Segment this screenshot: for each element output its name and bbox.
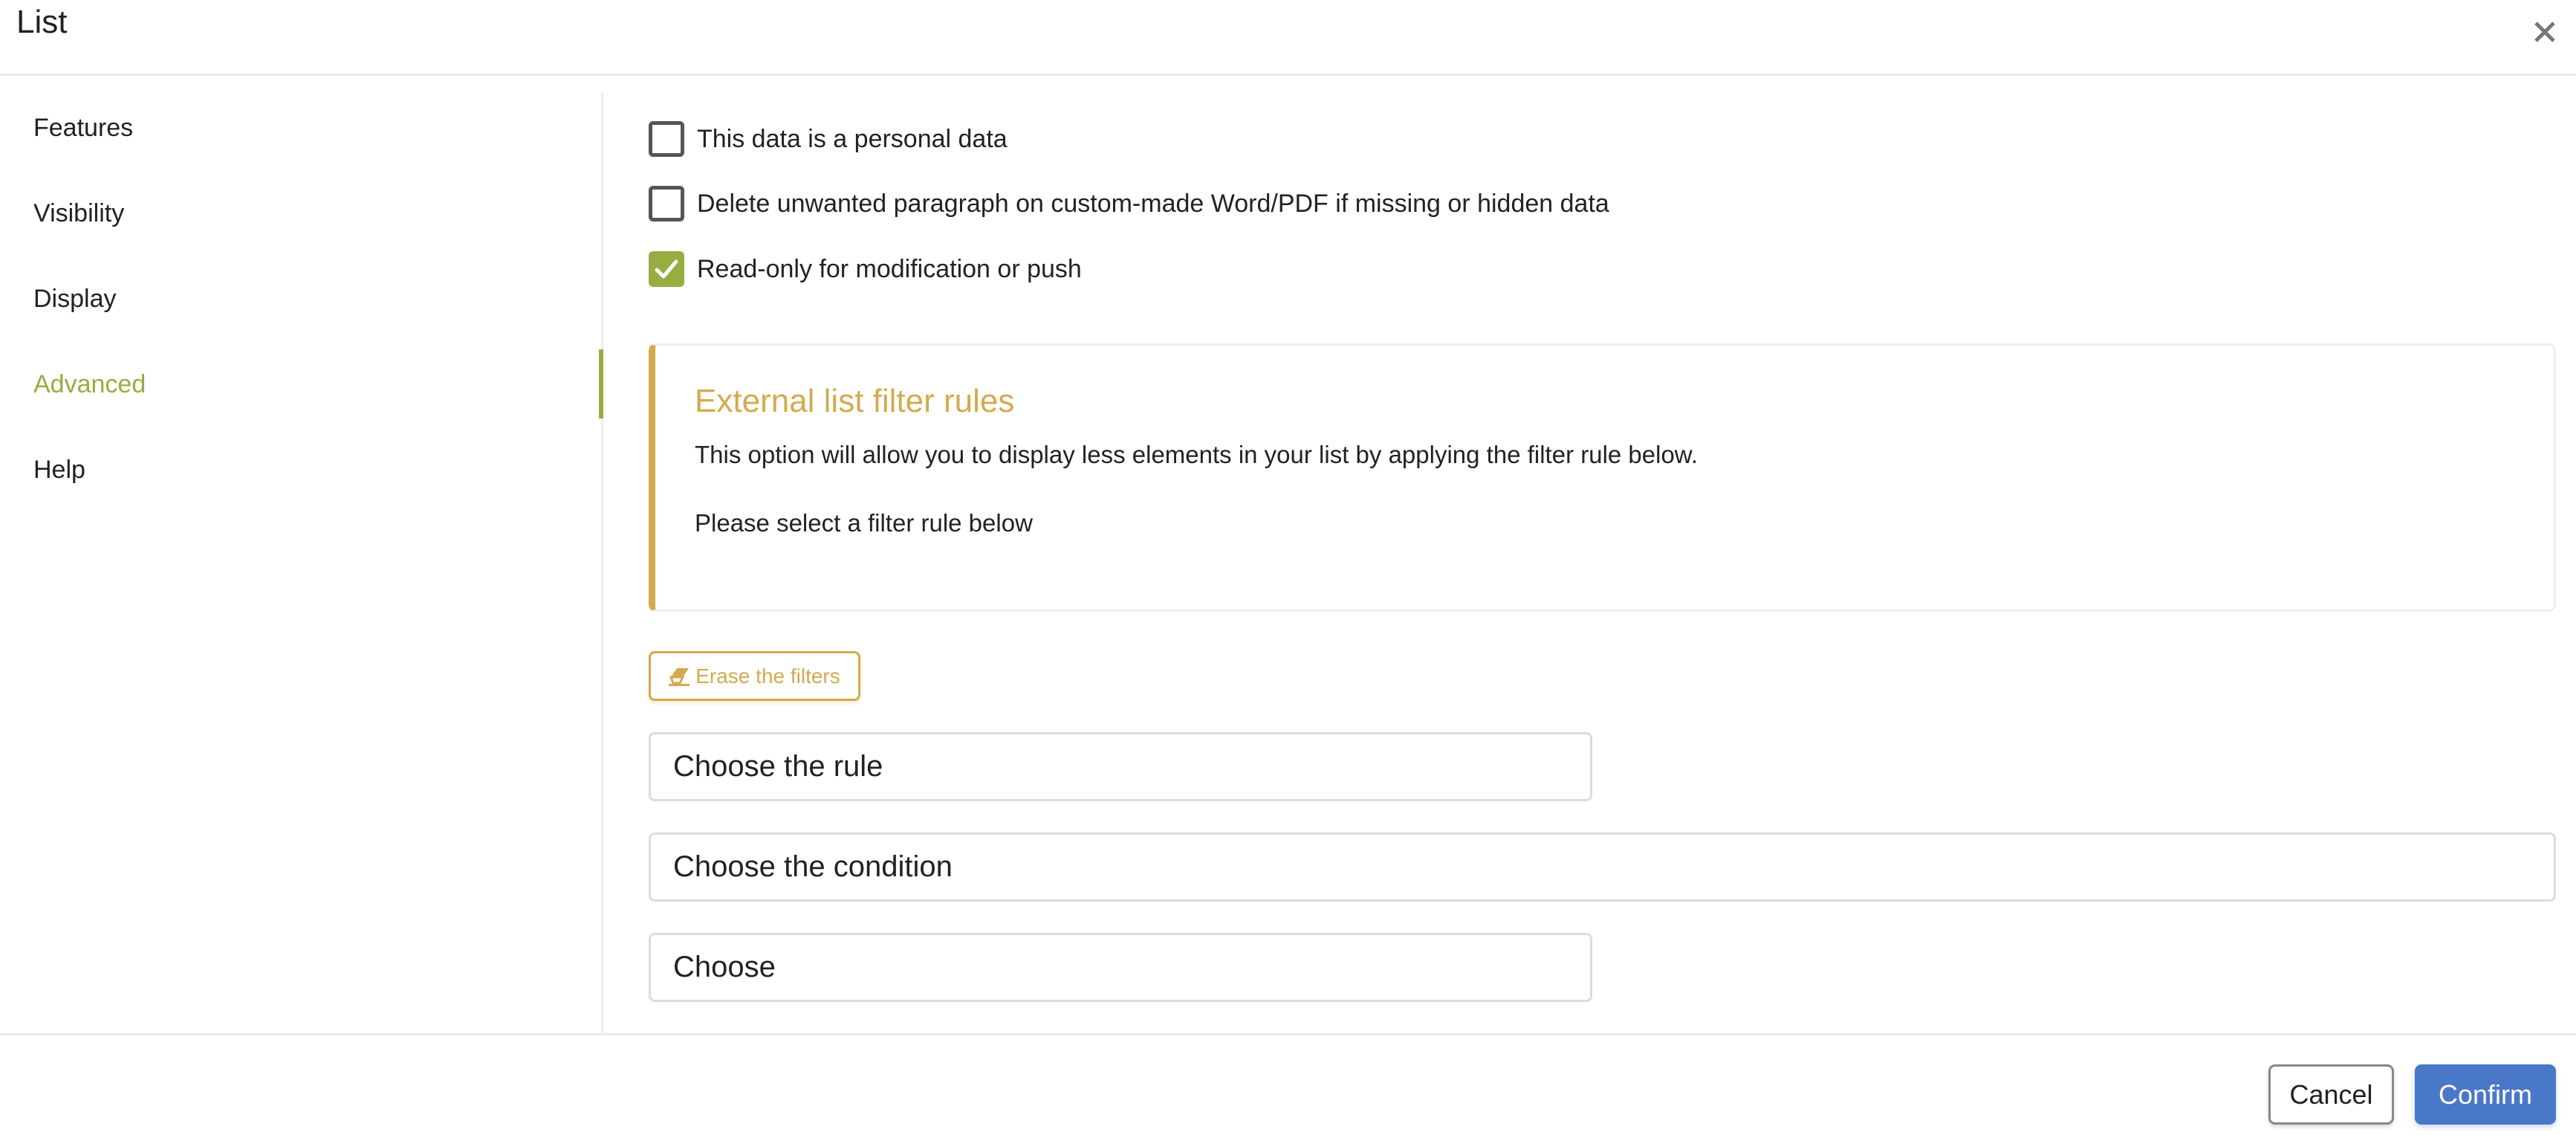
sidebar-item-features[interactable]: Features — [33, 111, 133, 144]
value-select[interactable]: Choose — [649, 933, 1592, 1002]
active-indicator — [599, 349, 603, 418]
option-read-only[interactable]: Read-only for modification or push — [649, 251, 1082, 287]
callout-title: External list filter rules — [695, 383, 1015, 419]
option-label: This data is a personal data — [697, 124, 1008, 153]
sidebar-item-advanced[interactable]: Advanced — [33, 368, 146, 401]
sidebar-nav: Features Visibility Display Advanced Hel… — [0, 93, 603, 1033]
rule-select[interactable]: Choose the rule — [649, 732, 1592, 801]
option-label: Delete unwanted paragraph on custom-made… — [697, 189, 1609, 218]
cancel-button[interactable]: Cancel — [2268, 1064, 2394, 1125]
condition-select[interactable]: Choose the condition — [649, 832, 2556, 902]
erase-filters-label: Erase the filters — [695, 664, 840, 688]
callout-description: This option will allow you to display le… — [695, 441, 1698, 468]
option-delete-paragraph[interactable]: Delete unwanted paragraph on custom-made… — [649, 186, 1609, 221]
erase-filters-button[interactable]: Erase the filters — [649, 651, 860, 701]
checkmark-icon — [655, 259, 678, 279]
sidebar-item-display[interactable]: Display — [33, 282, 116, 315]
footer-divider — [0, 1033, 2576, 1035]
eraser-icon — [669, 667, 690, 686]
filter-rules-callout: External list filter rules This option w… — [649, 343, 2556, 612]
sidebar-item-visibility[interactable]: Visibility — [33, 197, 124, 230]
confirm-button[interactable]: Confirm — [2415, 1064, 2556, 1125]
checkbox-read-only[interactable] — [649, 251, 684, 287]
dialog-title: List — [16, 4, 68, 40]
checkbox-delete-paragraph[interactable] — [649, 186, 684, 221]
close-button[interactable] — [2526, 7, 2563, 45]
dialog-header: List — [0, 0, 2576, 76]
option-personal-data[interactable]: This data is a personal data — [649, 121, 1008, 157]
checkbox-personal-data[interactable] — [649, 121, 684, 157]
sidebar-item-help[interactable]: Help — [33, 453, 85, 486]
close-icon — [2534, 22, 2555, 42]
callout-hint: Please select a filter rule below — [695, 509, 1033, 537]
option-label: Read-only for modification or push — [697, 254, 1082, 283]
